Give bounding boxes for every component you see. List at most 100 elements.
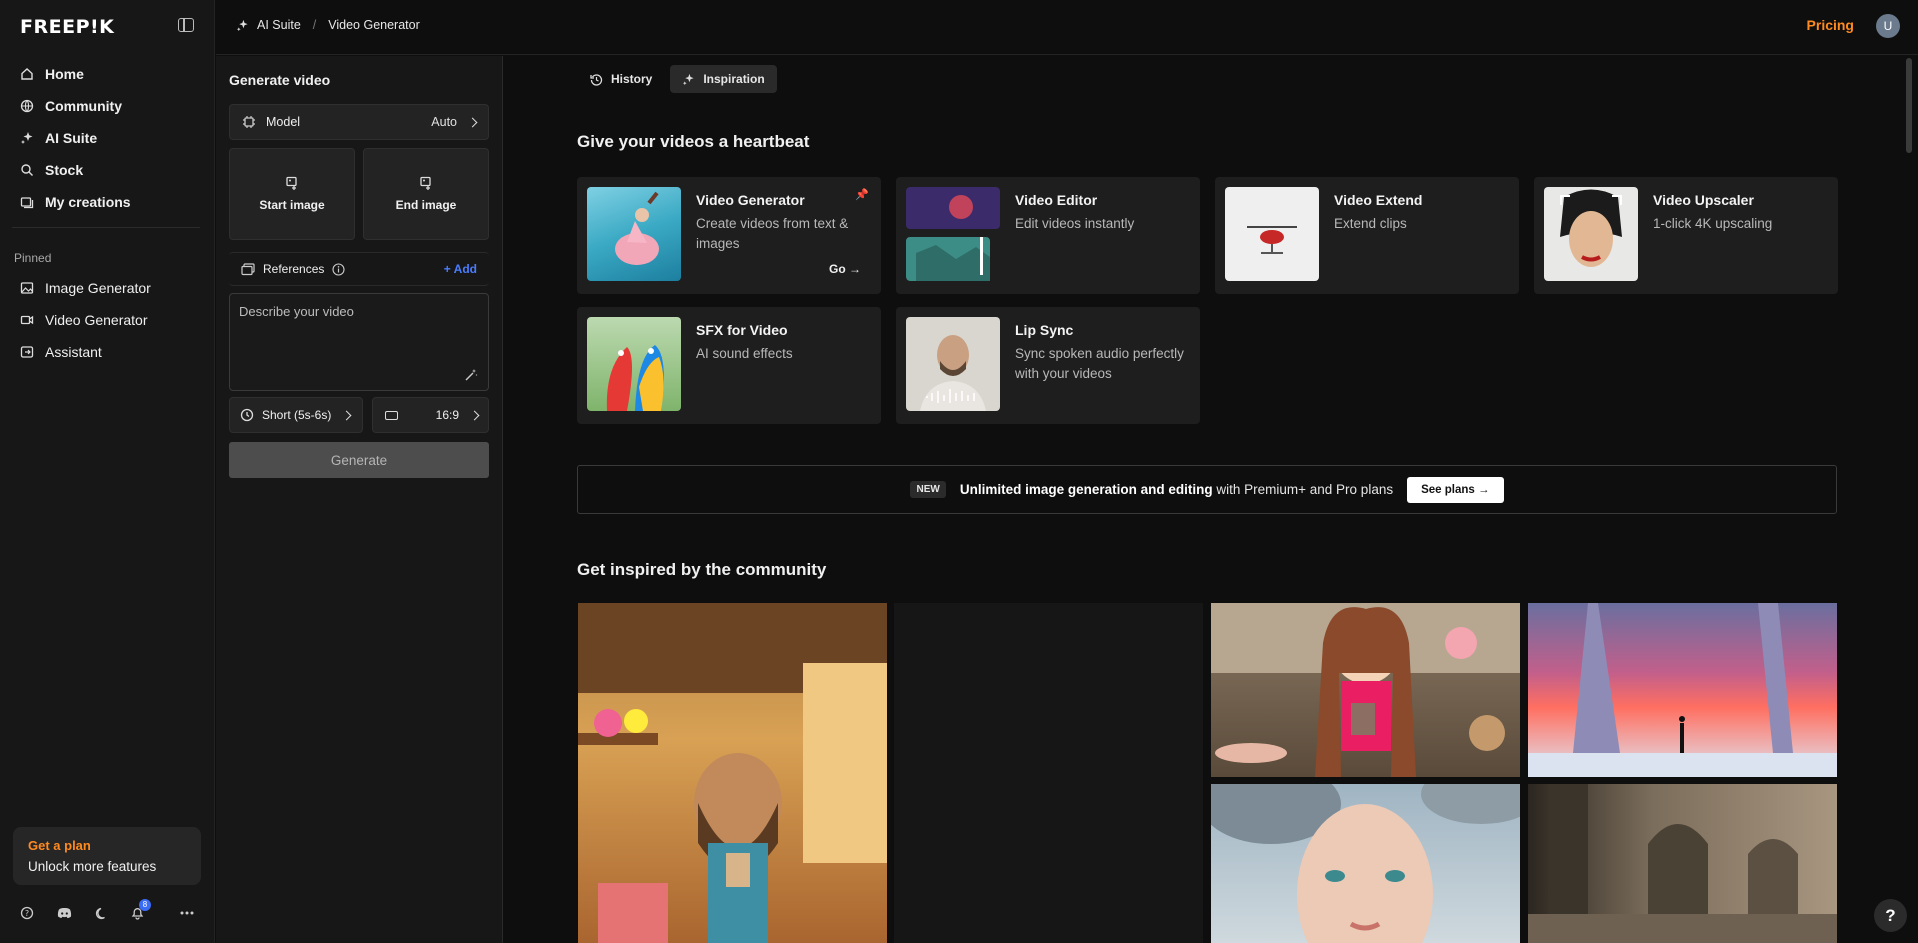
sidebar-divider [12, 227, 200, 228]
pinned-item-assistant[interactable]: Assistant [12, 336, 202, 368]
nav-label: AI Suite [45, 130, 98, 146]
plan-subtitle: Unlock more features [28, 859, 157, 874]
nav-item-home[interactable]: Home [12, 58, 202, 90]
promo-text: with Premium+ and Pro plans [1216, 482, 1394, 497]
tool-card-video-generator[interactable]: Video Generator Create videos from text … [577, 177, 881, 294]
plan-title: Get a plan [28, 838, 91, 853]
sidebar-collapse-icon[interactable] [178, 18, 194, 32]
generate-panel: Generate video Model Auto Start image En… [216, 56, 503, 943]
generate-button[interactable]: Generate [229, 442, 489, 478]
see-plans-button[interactable]: See plans → [1407, 476, 1504, 503]
tool-description: 1-click 4K upscaling [1653, 216, 1773, 231]
tab-inspiration[interactable]: Inspiration [670, 65, 777, 93]
see-plans-label: See plans [1421, 483, 1475, 496]
tool-description: Edit videos instantly [1015, 216, 1135, 231]
section-heading: Give your videos a heartbeat [577, 132, 810, 151]
pinned-label: Video Generator [45, 312, 148, 328]
pricing-link[interactable]: Pricing [1807, 17, 1854, 33]
tool-title: Video Upscaler [1653, 192, 1754, 208]
start-image-slot[interactable]: Start image [229, 148, 355, 240]
add-image-icon [285, 176, 299, 190]
tool-card-video-upscaler[interactable]: Video Upscaler 1-click 4K upscaling [1534, 177, 1838, 294]
get-plan-card[interactable]: Get a plan Unlock more features [13, 827, 201, 885]
prompt-input[interactable]: Describe your video [229, 293, 489, 391]
community-image[interactable] [1211, 784, 1520, 943]
breadcrumb-ai-suite[interactable]: AI Suite [257, 18, 301, 32]
aspect-ratio-selector[interactable]: 16:9 [372, 397, 489, 433]
freepik-logo[interactable]: FREEP!K [20, 16, 114, 38]
duration-selector[interactable]: Short (5s-6s) [229, 397, 363, 433]
tab-history[interactable]: History [578, 65, 664, 93]
go-link[interactable]: Go → [829, 262, 861, 276]
end-image-label: End image [395, 198, 457, 212]
discord-icon[interactable] [56, 905, 72, 921]
aspect-ratio-icon [385, 410, 398, 420]
arrow-right-icon: → [849, 262, 861, 276]
assistant-icon [20, 345, 34, 359]
pinned-heading: Pinned [14, 251, 52, 265]
app-root: FREEP!K Home Community AI Suite Stock My [0, 0, 1918, 943]
help-circle-icon[interactable]: ? [19, 905, 35, 921]
tool-title: Lip Sync [1015, 322, 1074, 338]
community-image-placeholder[interactable] [894, 603, 1203, 943]
pinned-nav: Image Generator Video Generator Assistan… [12, 272, 202, 368]
add-reference-button[interactable]: + Add [444, 262, 477, 276]
community-image[interactable] [1528, 784, 1837, 943]
nav-item-community[interactable]: Community [12, 90, 202, 122]
scrollbar-thumb[interactable] [1906, 58, 1912, 153]
model-label: Model [266, 115, 301, 129]
prompt-placeholder: Describe your video [239, 304, 354, 319]
go-label: Go [828, 262, 846, 276]
community-image[interactable] [1528, 603, 1837, 777]
tool-card-lip-sync[interactable]: Lip Sync Sync spoken audio perfectly wit… [896, 307, 1200, 424]
more-icon[interactable] [179, 905, 195, 921]
tool-description: AI sound effects [696, 346, 793, 361]
moon-icon[interactable] [93, 905, 109, 921]
tool-card-sfx-for-video[interactable]: SFX for Video AI sound effects [577, 307, 881, 424]
thumbnail [587, 317, 681, 411]
tool-card-video-editor[interactable]: Video Editor Edit videos instantly [896, 177, 1200, 294]
globe-icon [20, 99, 34, 113]
nav-item-my-creations[interactable]: My creations [12, 186, 202, 218]
thumbnail [1544, 187, 1638, 281]
nav-label: Home [45, 66, 84, 82]
promo-banner: NEW Unlimited image generation and editi… [577, 465, 1837, 514]
bell-icon[interactable]: 8 [129, 899, 151, 921]
promo-bold-text: Unlimited image generation and editing [959, 482, 1213, 497]
tool-title: Video Editor [1015, 192, 1098, 208]
sparkles-icon [20, 131, 34, 145]
pinned-item-image-generator[interactable]: Image Generator [12, 272, 202, 304]
model-value: Auto [431, 115, 457, 129]
nav-item-stock[interactable]: Stock [12, 154, 202, 186]
tool-card-video-extend[interactable]: Video Extend Extend clips [1215, 177, 1519, 294]
breadcrumb-separator: / [312, 18, 317, 32]
history-icon [590, 73, 603, 86]
nav-item-ai-suite[interactable]: AI Suite [12, 122, 202, 154]
notification-badge: 8 [139, 899, 151, 911]
model-selector[interactable]: Model Auto [229, 104, 489, 140]
top-bar: AI Suite / Video Generator Pricing U [216, 0, 1918, 55]
main-nav: Home Community AI Suite Stock My creatio… [12, 58, 202, 218]
pinned-item-video-generator[interactable]: Video Generator [12, 304, 202, 336]
community-image[interactable] [578, 603, 887, 943]
duration-value: Short (5s-6s) [262, 408, 332, 422]
breadcrumb-video-generator: Video Generator [328, 18, 420, 32]
home-icon [20, 67, 34, 81]
breadcrumb: AI Suite / Video Generator [236, 18, 420, 32]
tool-description: Sync spoken audio perfectly with your vi… [1015, 346, 1184, 381]
nav-label: Stock [45, 162, 84, 178]
community-image[interactable] [1211, 603, 1520, 777]
magic-wand-icon[interactable] [464, 368, 478, 382]
user-avatar[interactable]: U [1876, 14, 1900, 38]
chip-icon [242, 115, 256, 129]
sidebar-footer: ? 8 [19, 899, 199, 925]
info-icon[interactable] [332, 262, 345, 276]
sparkles-icon [682, 73, 695, 86]
end-image-slot[interactable]: End image [363, 148, 489, 240]
thumbnail [587, 187, 681, 281]
pin-icon[interactable]: 📌 [855, 188, 869, 201]
help-button[interactable]: ? [1874, 899, 1907, 932]
search-icon [20, 163, 34, 177]
chevron-right-icon [341, 410, 352, 420]
nav-label: Community [45, 98, 122, 114]
